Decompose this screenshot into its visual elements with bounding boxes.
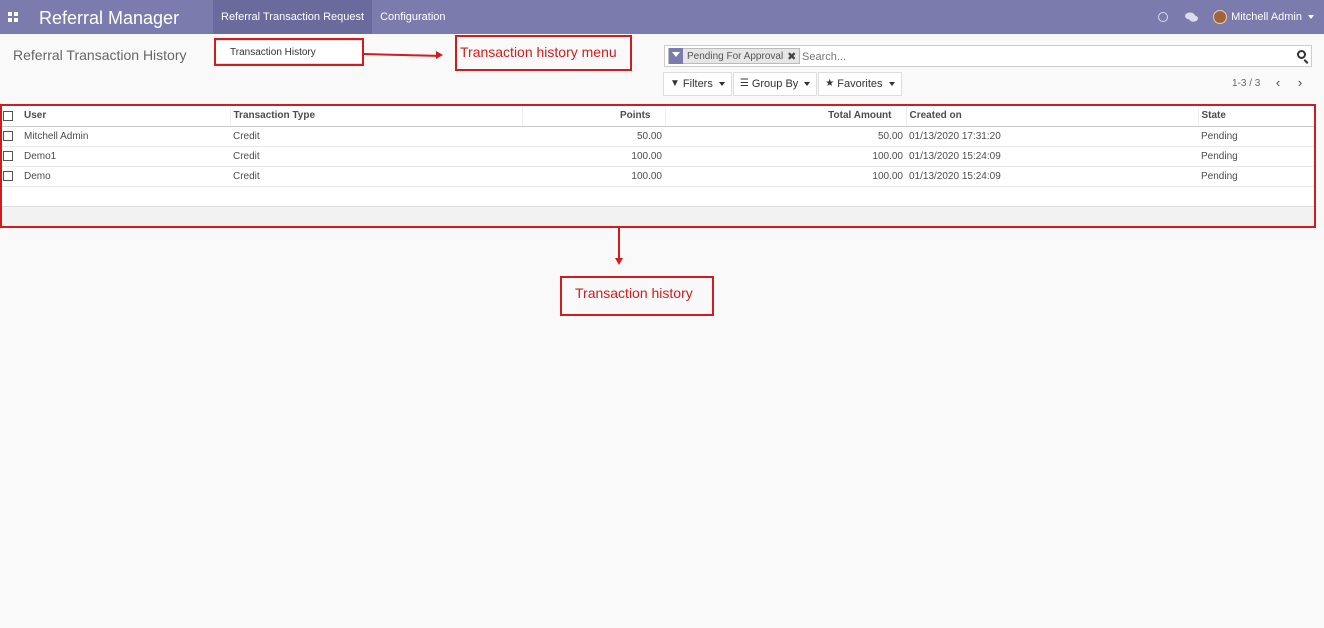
menu-referral-transaction-request[interactable]: Referral Transaction Request <box>213 0 373 34</box>
filters-button[interactable]: ▼ Filters <box>663 72 732 96</box>
favorites-button[interactable]: ★ Favorites <box>818 72 902 96</box>
user-avatar <box>1213 10 1228 24</box>
star-icon: ★ <box>825 78 835 89</box>
search-facet: Pending For Approval ✖ <box>668 48 801 64</box>
chevron-down-icon <box>1308 15 1314 19</box>
activity-clock-icon[interactable] <box>1149 0 1177 34</box>
user-menu[interactable]: Mitchell Admin <box>1205 0 1324 34</box>
favorites-label: Favorites <box>837 78 883 90</box>
search-options: ▼ Filters ☰ Group By ★ Favorites <box>663 72 903 96</box>
main-menu: Referral Transaction Request Configurati… <box>213 0 454 34</box>
chevron-down-icon <box>718 82 725 86</box>
annotation-box-menu-item <box>214 38 364 66</box>
annotation-box-table <box>0 104 1316 228</box>
group-by-label: Group By <box>751 78 799 90</box>
annotation-arrow-line <box>363 53 439 57</box>
search-input[interactable] <box>802 49 1282 64</box>
top-navbar: Referral Manager Referral Transaction Re… <box>0 0 1324 34</box>
filter-icon <box>669 48 683 64</box>
pager-value[interactable]: 1-3 / 3 <box>1232 78 1260 89</box>
pager-next-icon[interactable]: › <box>1293 76 1307 90</box>
user-name: Mitchell Admin <box>1231 11 1302 23</box>
filter-icon: ▼ <box>670 78 680 89</box>
filters-label: Filters <box>682 78 713 90</box>
menu-configuration[interactable]: Configuration <box>372 0 453 34</box>
messaging-chat-icon[interactable] <box>1177 0 1205 34</box>
annotation-arrowhead-icon <box>615 258 623 265</box>
search-icon[interactable] <box>1297 50 1306 59</box>
chevron-down-icon <box>888 82 895 86</box>
chevron-down-icon <box>804 82 811 86</box>
annotation-label-menu: Transaction history menu <box>460 44 617 60</box>
apps-menu-icon[interactable] <box>8 12 18 22</box>
facet-remove-icon[interactable]: ✖ <box>787 50 799 63</box>
annotation-arrow-line <box>618 227 620 259</box>
list-icon: ☰ <box>739 78 749 89</box>
breadcrumb: Referral Transaction History <box>13 47 187 63</box>
app-title[interactable]: Referral Manager <box>39 8 179 29</box>
search-bar: Pending For Approval ✖ <box>664 45 1312 67</box>
group-by-button[interactable]: ☰ Group By <box>732 72 818 96</box>
pager-previous-icon[interactable]: ‹ <box>1271 76 1285 90</box>
annotation-label-table: Transaction history <box>575 285 693 301</box>
facet-label: Pending For Approval <box>687 50 784 62</box>
systray: Mitchell Admin <box>1149 0 1324 34</box>
annotation-arrowhead-icon <box>436 51 443 59</box>
